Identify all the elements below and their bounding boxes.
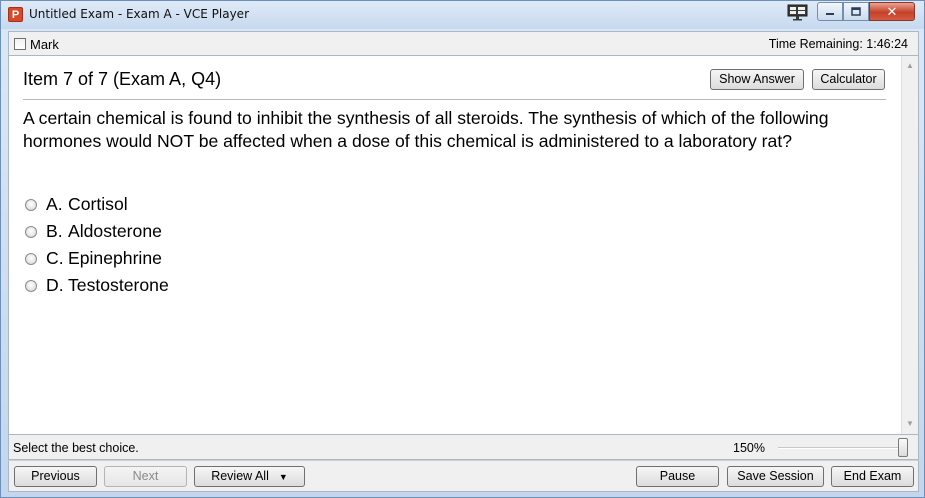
choice-a[interactable]: A. Cortisol <box>25 191 169 218</box>
answer-choices: A. Cortisol B. Aldosterone C. Epinephrin… <box>25 191 169 299</box>
choice-d[interactable]: D. Testosterone <box>25 272 169 299</box>
radio-button[interactable] <box>25 279 37 292</box>
choice-letter: C. <box>46 248 64 268</box>
pause-button[interactable]: Pause <box>636 466 719 487</box>
question-text: A certain chemical is found to inhibit t… <box>23 108 829 151</box>
choice-text[interactable]: Cortisol <box>68 194 128 215</box>
app-logo-icon[interactable]: P <box>8 7 23 22</box>
close-icon: ✕ <box>886 3 898 19</box>
window-controls: ✕ <box>817 2 915 21</box>
time-remaining: Time Remaining: 1:46:24 <box>768 37 908 51</box>
choice-text[interactable]: Testosterone <box>68 275 169 296</box>
title-bar[interactable]: P Untitled Exam - Exam A - VCE Player ✕ <box>1 1 924 29</box>
previous-button[interactable]: Previous <box>14 466 97 487</box>
scroll-down-icon[interactable]: ▼ <box>902 416 918 432</box>
choice-c[interactable]: C. Epinephrine <box>25 245 169 272</box>
choice-text[interactable]: Aldosterone <box>68 221 162 242</box>
vertical-scrollbar[interactable]: ▲ ▼ <box>901 56 918 434</box>
minimize-button[interactable] <box>817 2 843 21</box>
monitor-layout-icon[interactable] <box>787 4 808 21</box>
minimize-icon <box>826 12 834 15</box>
header-divider <box>23 99 886 100</box>
zoom-slider-track[interactable] <box>778 447 908 449</box>
maximize-icon <box>851 7 861 16</box>
review-all-label: Review All <box>211 469 269 483</box>
review-all-dropdown[interactable]: Review All ▼ <box>194 466 305 487</box>
save-session-button[interactable]: Save Session <box>727 466 824 487</box>
status-bar: Select the best choice. 150% <box>8 435 919 460</box>
window-title: Untitled Exam - Exam A - VCE Player <box>29 7 250 21</box>
status-instruction: Select the best choice. <box>13 441 139 455</box>
radio-button[interactable] <box>25 225 37 238</box>
zoom-slider-thumb[interactable] <box>898 438 908 457</box>
zoom-level: 150% <box>733 441 765 455</box>
maximize-button[interactable] <box>843 2 869 21</box>
radio-button[interactable] <box>25 252 37 265</box>
choice-b[interactable]: B. Aldosterone <box>25 218 169 245</box>
calculator-button[interactable]: Calculator <box>812 69 885 90</box>
next-button[interactable]: Next <box>104 466 187 487</box>
bottom-toolbar: Previous Next Review All ▼ Pause Save Ses… <box>8 460 919 492</box>
choice-letter: A. <box>46 194 63 214</box>
end-exam-button[interactable]: End Exam <box>831 466 914 487</box>
scroll-up-icon[interactable]: ▲ <box>902 58 918 74</box>
radio-button[interactable] <box>25 198 37 211</box>
item-header: Item 7 of 7 (Exam A, Q4) <box>23 69 222 89</box>
mark-checkbox[interactable] <box>14 38 26 50</box>
close-button[interactable]: ✕ <box>869 2 915 21</box>
choice-letter: D. <box>46 275 64 295</box>
choice-text[interactable]: Epinephrine <box>68 248 162 269</box>
show-answer-button[interactable]: Show Answer <box>710 69 804 90</box>
top-toolbar: Mark Time Remaining: 1:46:24 <box>8 31 919 55</box>
choice-letter: B. <box>46 221 63 241</box>
app-window: P Untitled Exam - Exam A - VCE Player ✕ … <box>0 0 925 498</box>
chevron-down-icon: ▼ <box>278 472 288 482</box>
mark-label[interactable]: Mark <box>30 37 59 52</box>
question-panel: Item 7 of 7 (Exam A, Q4) Show Answer Cal… <box>8 55 919 435</box>
